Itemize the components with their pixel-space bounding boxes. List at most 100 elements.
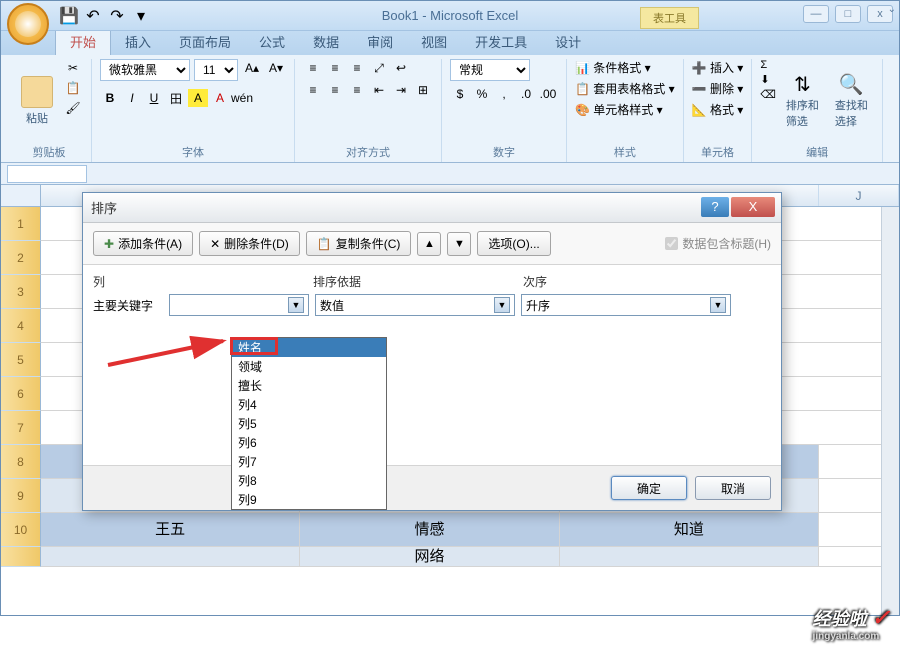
row-header[interactable]: 1 [1,207,41,241]
dropdown-item[interactable]: 列5 [232,414,386,433]
save-icon[interactable]: 💾 [59,6,79,26]
row-header[interactable]: 9 [1,479,41,513]
delete-level-button[interactable]: ✕删除条件(D) [199,231,300,256]
tab-layout[interactable]: 页面布局 [165,28,245,55]
name-box[interactable] [7,165,87,183]
sort-order-combo[interactable]: 升序▼ [521,294,731,316]
align-top-icon[interactable]: ≡ [303,59,323,77]
cell[interactable]: 知道 [560,513,819,547]
font-name-combo[interactable]: 微软雅黑 [100,59,190,81]
row-header[interactable]: 2 [1,241,41,275]
select-all-corner[interactable] [1,185,41,206]
cell[interactable]: 王五 [41,513,300,547]
move-up-button[interactable]: ▲ [417,232,441,256]
underline-button[interactable]: U [144,89,164,107]
office-button[interactable] [7,3,49,45]
delete-cells-button[interactable]: ➖ 删除 ▾ [692,80,744,97]
format-painter-icon[interactable]: 🖌 [63,99,83,117]
dropdown-item[interactable]: 列4 [232,395,386,414]
dropdown-item[interactable]: 领域 [232,357,386,376]
align-bottom-icon[interactable]: ≡ [347,59,367,77]
comma-icon[interactable]: , [494,85,514,103]
align-center-icon[interactable]: ≡ [325,81,345,99]
copy-level-button[interactable]: 📋复制条件(C) [306,231,412,256]
number-format-combo[interactable]: 常规 [450,59,530,81]
tab-formulas[interactable]: 公式 [245,28,299,55]
fill-button[interactable]: ⬇ [760,73,776,86]
tab-dev[interactable]: 开发工具 [461,28,541,55]
border-button[interactable]: 田 [166,89,186,107]
insert-cells-button[interactable]: ➕ 插入 ▾ [692,59,744,76]
dropdown-item[interactable]: 列7 [232,452,386,471]
dropdown-item[interactable]: 擅长 [232,376,386,395]
maximize-button[interactable]: □ [835,5,861,23]
row-header[interactable]: 8 [1,445,41,479]
conditional-format-button[interactable]: 📊 条件格式 ▾ [575,59,675,76]
redo-icon[interactable]: ↷ [107,6,127,26]
grow-font-icon[interactable]: A▴ [242,59,262,77]
currency-icon[interactable]: $ [450,85,470,103]
clear-button[interactable]: ⌫ [760,88,776,101]
format-cells-button[interactable]: 📐 格式 ▾ [692,101,744,118]
row-header[interactable] [1,547,41,567]
cell[interactable]: 网络 [300,547,559,567]
wrap-text-icon[interactable]: ↩ [391,59,411,77]
tab-review[interactable]: 审阅 [353,28,407,55]
dec-decimal-icon[interactable]: .00 [538,85,558,103]
autosum-button[interactable]: Σ [760,59,776,71]
italic-button[interactable]: I [122,89,142,107]
cell-styles-button[interactable]: 🎨 单元格样式 ▾ [575,101,675,118]
sort-filter-button[interactable]: ⇅ 排序和 筛选 [780,59,825,142]
dropdown-item[interactable]: 姓名 [232,338,386,357]
cancel-button[interactable]: 取消 [695,476,771,500]
add-level-button[interactable]: ✚添加条件(A) [93,231,193,256]
tab-home[interactable]: 开始 [55,27,111,55]
merge-icon[interactable]: ⊞ [413,81,433,99]
paste-button[interactable]: 粘贴 [15,59,59,142]
font-size-combo[interactable]: 11 [194,59,238,81]
move-down-button[interactable]: ▼ [447,232,471,256]
undo-icon[interactable]: ↶ [83,6,103,26]
sort-column-combo[interactable]: ▼ [169,294,309,316]
cut-icon[interactable]: ✂ [63,59,83,77]
fill-color-button[interactable]: A [188,89,208,107]
font-color-button[interactable]: A [210,89,230,107]
cell[interactable]: 情感 [300,513,559,547]
align-middle-icon[interactable]: ≡ [325,59,345,77]
find-select-button[interactable]: 🔍 查找和 选择 [829,59,874,142]
dialog-close-button[interactable]: X [731,197,775,217]
row-header[interactable]: 6 [1,377,41,411]
inc-decimal-icon[interactable]: .0 [516,85,536,103]
qat-dropdown-icon[interactable]: ▾ [131,6,151,26]
col-header-j[interactable]: J [819,185,899,206]
row-header[interactable]: 5 [1,343,41,377]
indent-inc-icon[interactable]: ⇥ [391,81,411,99]
header-checkbox-label[interactable]: 数据包含标题(H) [665,235,771,252]
align-right-icon[interactable]: ≡ [347,81,367,99]
row-header[interactable]: 7 [1,411,41,445]
tab-design[interactable]: 设计 [541,28,595,55]
row-header[interactable]: 3 [1,275,41,309]
cell[interactable] [41,547,300,567]
vertical-scrollbar[interactable] [881,207,899,615]
shrink-font-icon[interactable]: A▾ [266,59,286,77]
tab-view[interactable]: 视图 [407,28,461,55]
cell[interactable] [560,547,819,567]
tab-data[interactable]: 数据 [299,28,353,55]
align-left-icon[interactable]: ≡ [303,81,323,99]
orientation-icon[interactable]: ⤢ [369,59,389,77]
percent-icon[interactable]: % [472,85,492,103]
sort-on-combo[interactable]: 数值▼ [315,294,515,316]
dropdown-item[interactable]: 列6 [232,433,386,452]
indent-dec-icon[interactable]: ⇤ [369,81,389,99]
header-checkbox[interactable] [665,237,678,250]
dropdown-item[interactable]: 列9 [232,490,386,509]
copy-icon[interactable]: 📋 [63,79,83,97]
ok-button[interactable]: 确定 [611,476,687,500]
phonetic-button[interactable]: wén [232,89,252,107]
expand-formula-icon[interactable]: ⌄ [888,4,896,15]
dialog-help-button[interactable]: ? [701,197,729,217]
row-header[interactable]: 10 [1,513,41,547]
tab-insert[interactable]: 插入 [111,28,165,55]
row-header[interactable]: 4 [1,309,41,343]
